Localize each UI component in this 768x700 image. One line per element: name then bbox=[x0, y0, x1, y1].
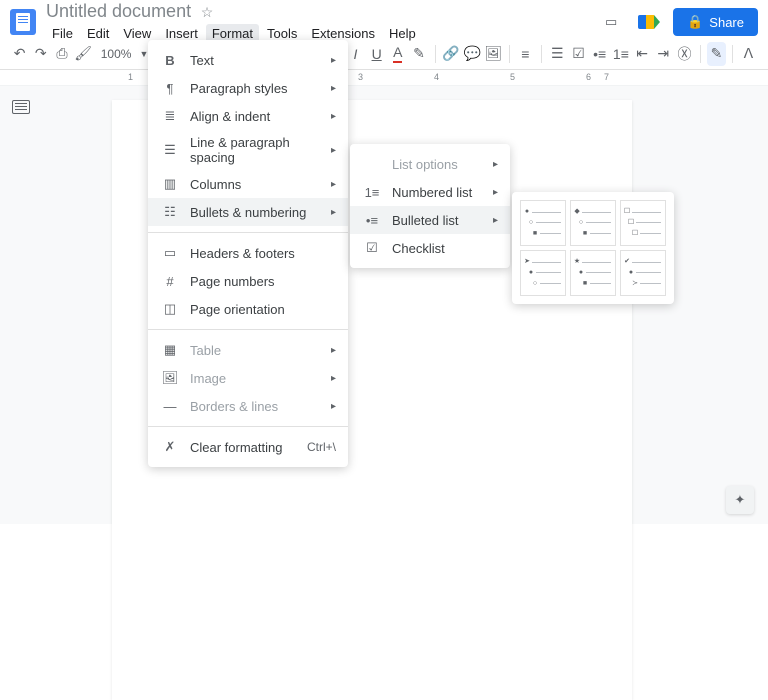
header-icon: ▭ bbox=[160, 245, 180, 261]
paragraph-icon: ¶ bbox=[160, 81, 180, 96]
share-button[interactable]: 🔒 Share bbox=[673, 8, 758, 36]
comment-history-icon[interactable]: ▭ bbox=[597, 8, 625, 36]
chevron-right-icon: ▸ bbox=[331, 145, 336, 156]
explore-button[interactable]: ✦ bbox=[726, 486, 754, 514]
format-line-spacing[interactable]: ☰Line & paragraph spacing▸ bbox=[148, 130, 348, 170]
bold-icon: B bbox=[160, 53, 180, 68]
format-page-numbers[interactable]: #Page numbers bbox=[148, 267, 348, 295]
bullet-style-2[interactable]: ◆○■ bbox=[570, 200, 616, 246]
bullet-style-5[interactable]: ★●■ bbox=[570, 250, 616, 296]
menu-file[interactable]: File bbox=[46, 24, 79, 43]
chevron-right-icon: ▸ bbox=[493, 215, 498, 226]
numbered-icon: 1≡ bbox=[362, 185, 382, 200]
editing-mode-icon[interactable]: ✎ bbox=[707, 42, 726, 66]
paint-format-icon[interactable]: 🖌 bbox=[74, 42, 93, 66]
bullet-style-4[interactable]: ➤●○ bbox=[520, 250, 566, 296]
format-paragraph-styles[interactable]: ¶Paragraph styles▸ bbox=[148, 74, 348, 102]
chevron-right-icon: ▸ bbox=[493, 187, 498, 198]
format-headers-footers[interactable]: ▭Headers & footers bbox=[148, 239, 348, 267]
link-icon[interactable]: 🔗 bbox=[441, 42, 460, 66]
redo-icon[interactable]: ↷ bbox=[31, 42, 50, 66]
undo-icon[interactable]: ↶ bbox=[10, 42, 29, 66]
star-icon[interactable]: ☆ bbox=[201, 4, 214, 20]
bulleted-list-icon[interactable]: •≡ bbox=[590, 42, 609, 66]
format-table: ▦Table▸ bbox=[148, 336, 348, 364]
numbered-list-icon[interactable]: 1≡ bbox=[611, 42, 630, 66]
bullet-style-3[interactable]: ☐☐☐ bbox=[620, 200, 666, 246]
format-align-indent[interactable]: ≣Align & indent▸ bbox=[148, 102, 348, 130]
chevron-right-icon: ▸ bbox=[331, 55, 336, 66]
docs-logo[interactable] bbox=[10, 9, 36, 35]
bullet-style-picker: ●○■ ◆○■ ☐☐☐ ➤●○ ★●■ ✔●≻ bbox=[512, 192, 674, 304]
hash-icon: # bbox=[160, 274, 180, 289]
outline-icon[interactable] bbox=[12, 100, 30, 114]
format-image: 🖼Image▸ bbox=[148, 364, 348, 392]
line-icon: — bbox=[160, 399, 180, 414]
chevron-right-icon: ▸ bbox=[331, 179, 336, 190]
format-text[interactable]: BText▸ bbox=[148, 46, 348, 74]
checklist-icon[interactable]: ☑ bbox=[569, 42, 588, 66]
increase-indent-icon[interactable]: ⇥ bbox=[654, 42, 673, 66]
bullets-submenu: List options▸ 1≡Numbered list▸ •≡Bullete… bbox=[350, 144, 510, 268]
highlight-icon[interactable]: ✎ bbox=[409, 42, 428, 66]
ruler[interactable]: 1 3 4 5 6 7 bbox=[0, 70, 768, 86]
submenu-bulleted-list[interactable]: •≡Bulleted list▸ bbox=[350, 206, 510, 234]
format-dropdown: BText▸ ¶Paragraph styles▸ ≣Align & inden… bbox=[148, 40, 348, 467]
align-icon[interactable]: ≡ bbox=[516, 42, 535, 66]
lock-icon: 🔒 bbox=[687, 14, 703, 30]
chevron-right-icon: ▸ bbox=[331, 111, 336, 122]
meet-icon[interactable] bbox=[635, 8, 663, 36]
chevron-right-icon: ▸ bbox=[331, 401, 336, 412]
share-label: Share bbox=[709, 15, 744, 30]
menu-help[interactable]: Help bbox=[383, 24, 422, 43]
chevron-right-icon: ▸ bbox=[331, 373, 336, 384]
image-icon[interactable]: 🖼 bbox=[484, 42, 503, 66]
format-bullets-numbering[interactable]: ☷Bullets & numbering▸ bbox=[148, 198, 348, 226]
columns-icon: ▥ bbox=[160, 176, 180, 192]
submenu-numbered-list[interactable]: 1≡Numbered list▸ bbox=[350, 178, 510, 206]
underline-icon[interactable]: U bbox=[367, 42, 386, 66]
clear-icon: ✗ bbox=[160, 439, 180, 455]
image-icon: 🖼 bbox=[160, 370, 180, 386]
decrease-indent-icon[interactable]: ⇤ bbox=[632, 42, 651, 66]
print-icon[interactable]: ⎙ bbox=[52, 42, 71, 66]
chevron-right-icon: ▸ bbox=[331, 83, 336, 94]
bulleted-icon: •≡ bbox=[362, 213, 382, 228]
spacing-icon: ☰ bbox=[160, 142, 180, 158]
submenu-checklist[interactable]: ☑Checklist bbox=[350, 234, 510, 262]
list-icon: ☷ bbox=[160, 204, 180, 220]
outline-sidebar bbox=[0, 86, 42, 524]
align-icon: ≣ bbox=[160, 108, 180, 124]
chevron-right-icon: ▸ bbox=[331, 345, 336, 356]
format-borders-lines: —Borders & lines▸ bbox=[148, 392, 348, 420]
format-clear-formatting[interactable]: ✗Clear formattingCtrl+\ bbox=[148, 433, 348, 461]
text-color-icon[interactable]: A bbox=[388, 42, 407, 66]
clear-format-icon[interactable]: Ⓧ bbox=[675, 42, 694, 66]
checklist-icon: ☑ bbox=[362, 240, 382, 256]
document-title[interactable]: Untitled document bbox=[46, 1, 191, 22]
menu-edit[interactable]: Edit bbox=[81, 24, 115, 43]
zoom-select[interactable]: 100% bbox=[95, 47, 138, 61]
bullet-style-1[interactable]: ●○■ bbox=[520, 200, 566, 246]
chevron-right-icon: ▸ bbox=[493, 159, 498, 170]
orientation-icon: ◫ bbox=[160, 301, 180, 317]
bullet-style-6[interactable]: ✔●≻ bbox=[620, 250, 666, 296]
italic-icon[interactable]: I bbox=[346, 42, 365, 66]
submenu-list-options: List options▸ bbox=[350, 150, 510, 178]
line-spacing-icon[interactable]: ☰ bbox=[548, 42, 567, 66]
format-page-orientation[interactable]: ◫Page orientation bbox=[148, 295, 348, 323]
chevron-up-icon[interactable]: ᐱ bbox=[739, 42, 758, 66]
table-icon: ▦ bbox=[160, 342, 180, 358]
app-header: Untitled document ☆ File Edit View Inser… bbox=[0, 0, 768, 38]
format-columns[interactable]: ▥Columns▸ bbox=[148, 170, 348, 198]
comment-icon[interactable]: 💬 bbox=[463, 42, 482, 66]
chevron-right-icon: ▸ bbox=[331, 207, 336, 218]
